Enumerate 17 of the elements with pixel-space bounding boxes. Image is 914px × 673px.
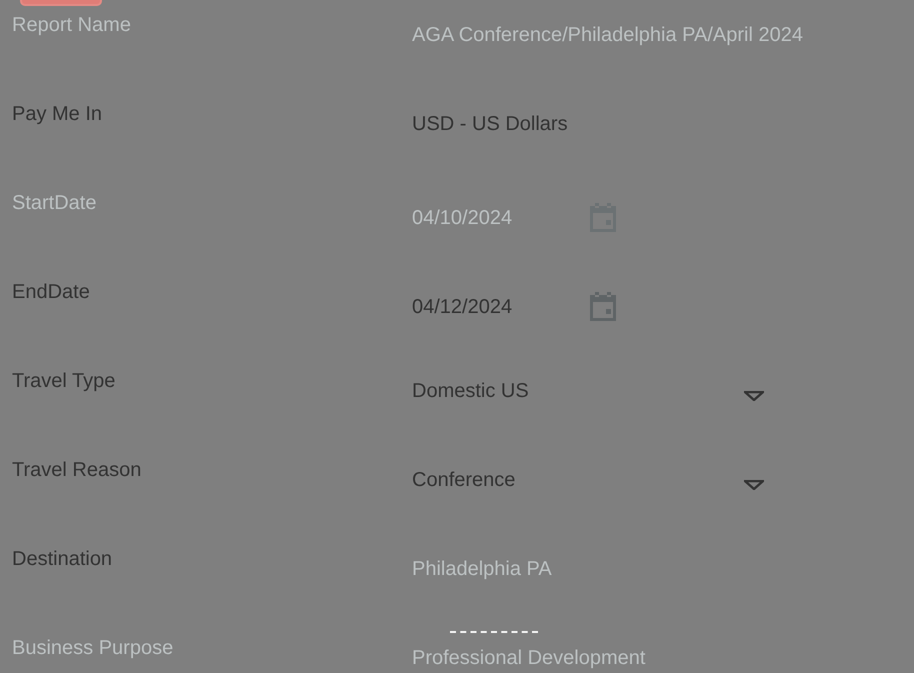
field-label: Travel Type [12,369,116,393]
field-value: Professional Development [412,646,646,670]
field-value[interactable]: USD - US Dollars [412,112,914,136]
field-label: Destination [12,547,114,571]
field-value: AGA Conference/Philadelphia PA/April 2024 [412,23,804,47]
dropdown-field[interactable]: Domestic US [412,379,764,403]
dropdown-field[interactable]: Conference [412,468,764,492]
field-label: Business Purpose [12,636,174,660]
field-label: StartDate [12,191,98,215]
field-label: EndDate [12,280,91,304]
field-label: Pay Me In [12,102,104,126]
dropdown-arrow-icon [744,391,764,401]
field-label: Travel Reason [12,458,142,482]
dropdown-arrow-icon [744,480,764,490]
date-field[interactable]: 04/12/2024 [412,295,512,319]
field-value: Philadelphia PA [412,557,553,581]
field-label: Report Name [12,13,132,37]
